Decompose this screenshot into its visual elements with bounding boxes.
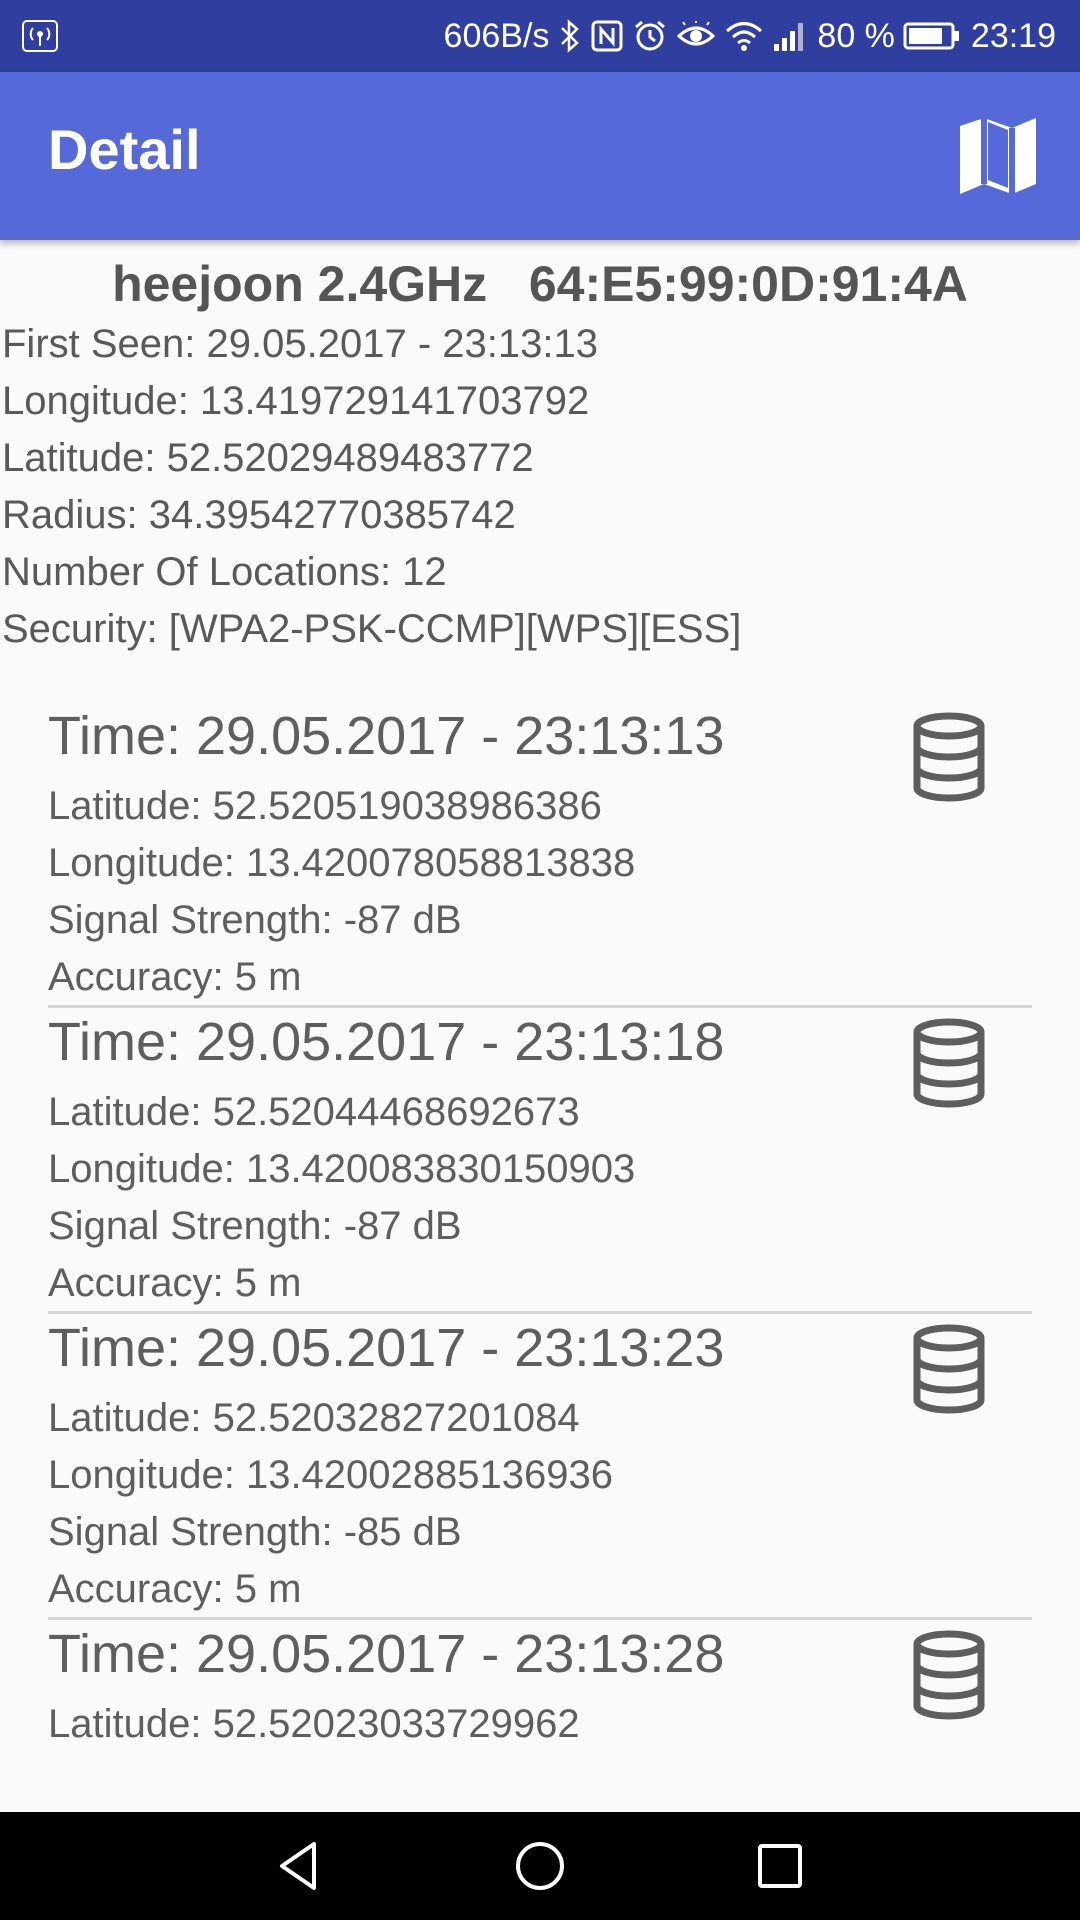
location-time: Time: 29.05.2017 - 23:13:23	[48, 1318, 725, 1378]
home-icon[interactable]	[510, 1836, 570, 1896]
list-item[interactable]: Time: 29.05.2017 - 23:13:13 Latitude: 52…	[48, 702, 1032, 1008]
location-longitude: Longitude: 13.420083830150903	[48, 1147, 636, 1191]
page-title: Detail	[48, 118, 201, 181]
list-item[interactable]: Time: 29.05.2017 - 23:13:18 Latitude: 52…	[48, 1008, 1032, 1314]
eye-icon	[677, 21, 716, 46]
location-latitude: Latitude: 52.52044468692673	[48, 1090, 580, 1134]
database-icon[interactable]	[912, 1630, 986, 1720]
accuracy: Accuracy: 5 m	[48, 955, 302, 999]
signal-icon	[774, 23, 804, 51]
signal-strength: Signal Strength: -85 dB	[48, 1510, 462, 1554]
network-security: Security: [WPA2-PSK-CCMP][WPS][ESS]	[2, 607, 742, 651]
accuracy: Accuracy: 5 m	[48, 1261, 302, 1305]
network-radius: Radius: 34.39542770385742	[2, 493, 516, 537]
location-longitude: Longitude: 13.42002885136936	[48, 1453, 613, 1497]
database-icon[interactable]	[912, 1324, 986, 1414]
first-seen: First Seen: 29.05.2017 - 23:13:13	[2, 322, 598, 366]
nfc-icon	[591, 20, 623, 52]
accuracy: Accuracy: 5 m	[48, 1567, 302, 1611]
network-info: First Seen: 29.05.2017 - 23:13:13 Longit…	[2, 316, 741, 658]
location-time: Time: 29.05.2017 - 23:13:13	[48, 706, 725, 766]
battery-icon	[903, 22, 959, 50]
location-latitude: Latitude: 52.520519038986386	[48, 784, 602, 828]
battery-percent: 80 %	[817, 16, 895, 55]
location-latitude: Latitude: 52.52032827201084	[48, 1396, 580, 1440]
network-latitude: Latitude: 52.52029489483772	[2, 436, 534, 480]
location-longitude: Longitude: 13.420078058813838	[48, 841, 636, 885]
database-icon[interactable]	[912, 712, 986, 802]
list-item[interactable]: Time: 29.05.2017 - 23:13:23 Latitude: 52…	[48, 1314, 1032, 1620]
locations-list[interactable]: Time: 29.05.2017 - 23:13:13 Latitude: 52…	[48, 702, 1032, 1760]
map-icon[interactable]	[956, 114, 1040, 198]
back-icon[interactable]	[270, 1836, 330, 1896]
wifi-icon	[726, 22, 763, 51]
navigation-bar	[0, 1812, 1080, 1920]
location-time: Time: 29.05.2017 - 23:13:28	[48, 1624, 725, 1684]
app-bar: Detail	[0, 72, 1080, 240]
signal-strength: Signal Strength: -87 dB	[48, 1204, 462, 1248]
number-of-locations: Number Of Locations: 12	[2, 550, 447, 594]
network-longitude: Longitude: 13.419729141703792	[2, 379, 590, 423]
database-icon[interactable]	[912, 1018, 986, 1108]
hotspot-icon	[22, 20, 58, 52]
detail-content[interactable]: heejoon 2.4GHz 64:E5:99:0D:91:4A First S…	[0, 240, 1080, 1760]
recent-apps-icon[interactable]	[750, 1836, 810, 1896]
alarm-icon	[635, 20, 666, 51]
network-title: heejoon 2.4GHz 64:E5:99:0D:91:4A	[112, 256, 968, 312]
bluetooth-icon	[561, 19, 580, 53]
location-time: Time: 29.05.2017 - 23:13:18	[48, 1012, 725, 1072]
clock: 23:19	[970, 16, 1056, 55]
signal-strength: Signal Strength: -87 dB	[48, 898, 462, 942]
list-item[interactable]: Time: 29.05.2017 - 23:13:28 Latitude: 52…	[48, 1620, 1032, 1760]
network-speed: 606B/s	[443, 16, 550, 55]
status-bar: 606B/s 80 % 23:19	[0, 0, 1080, 72]
location-latitude: Latitude: 52.52023033729962	[48, 1702, 580, 1746]
